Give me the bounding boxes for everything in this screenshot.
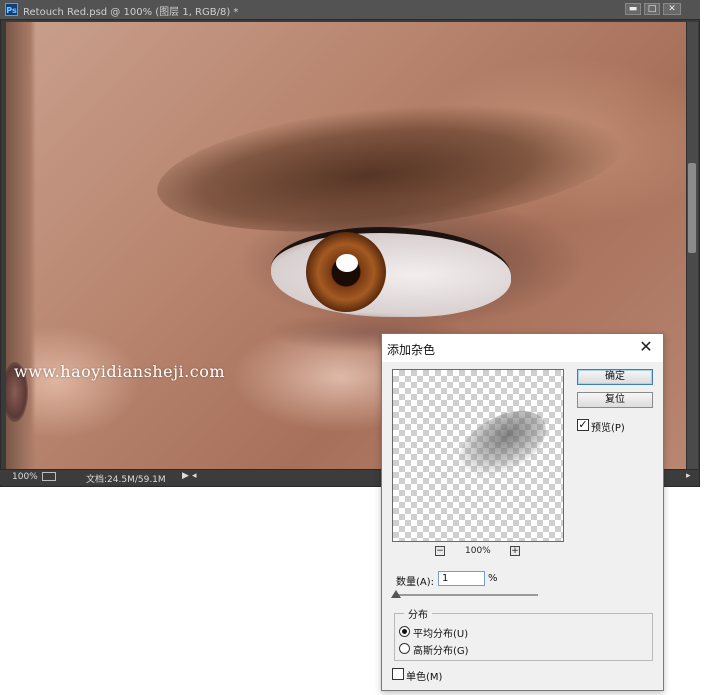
close-icon[interactable]: ✕ bbox=[636, 337, 656, 357]
document-title: Retouch Red.psd @ 100% (图层 1, RGB/8) * bbox=[23, 7, 239, 18]
watermark-text: www.haoyidiansheji.com bbox=[14, 362, 226, 381]
window-close-button[interactable]: ✕ bbox=[663, 3, 681, 15]
uniform-radio[interactable] bbox=[399, 626, 410, 637]
scrollbar-thumb[interactable] bbox=[688, 163, 696, 253]
preview-checkbox-label[interactable]: 预览(P) bbox=[591, 419, 625, 434]
gaussian-radio-label[interactable]: 高斯分布(G) bbox=[413, 642, 469, 657]
zoom-in-button[interactable]: + bbox=[510, 546, 520, 556]
monochromatic-checkbox[interactable] bbox=[392, 668, 404, 680]
zoom-out-button[interactable]: − bbox=[435, 546, 445, 556]
reset-button[interactable]: 复位 bbox=[577, 392, 653, 408]
distribution-title: 分布 bbox=[404, 606, 432, 621]
zoom-level[interactable]: 100% bbox=[12, 472, 38, 482]
scroll-right-arrow-icon[interactable]: ▸ bbox=[686, 471, 691, 481]
photoshop-icon: Ps bbox=[5, 3, 18, 16]
scroll-left-arrow-icon[interactable]: ◂ bbox=[192, 471, 197, 481]
minimize-button[interactable]: ▬ bbox=[625, 3, 641, 15]
radio-selected-dot bbox=[402, 629, 407, 634]
preview-checkbox[interactable]: ✓ bbox=[577, 419, 589, 431]
status-view-icon bbox=[42, 472, 56, 481]
photo-catchlight bbox=[336, 254, 358, 272]
preview-zoom-level: 100% bbox=[465, 546, 491, 556]
uniform-radio-label[interactable]: 平均分布(U) bbox=[413, 625, 468, 640]
gaussian-radio[interactable] bbox=[399, 643, 410, 654]
monochromatic-label[interactable]: 单色(M) bbox=[406, 668, 442, 683]
ok-button[interactable]: 确定 bbox=[577, 369, 653, 385]
amount-input[interactable]: 1 bbox=[438, 571, 485, 586]
status-menu-arrow-icon[interactable]: ▶ bbox=[182, 471, 189, 481]
amount-label: 数量(A): bbox=[396, 577, 435, 588]
amount-slider[interactable] bbox=[396, 594, 538, 596]
photo-iris bbox=[306, 232, 386, 312]
amount-unit: % bbox=[488, 573, 498, 584]
maximize-button[interactable]: □ bbox=[644, 3, 660, 15]
amount-slider-thumb[interactable] bbox=[391, 590, 402, 598]
dialog-title: 添加杂色 bbox=[387, 343, 436, 357]
document-size-info: 文档:24.5M/59.1M bbox=[86, 475, 166, 485]
